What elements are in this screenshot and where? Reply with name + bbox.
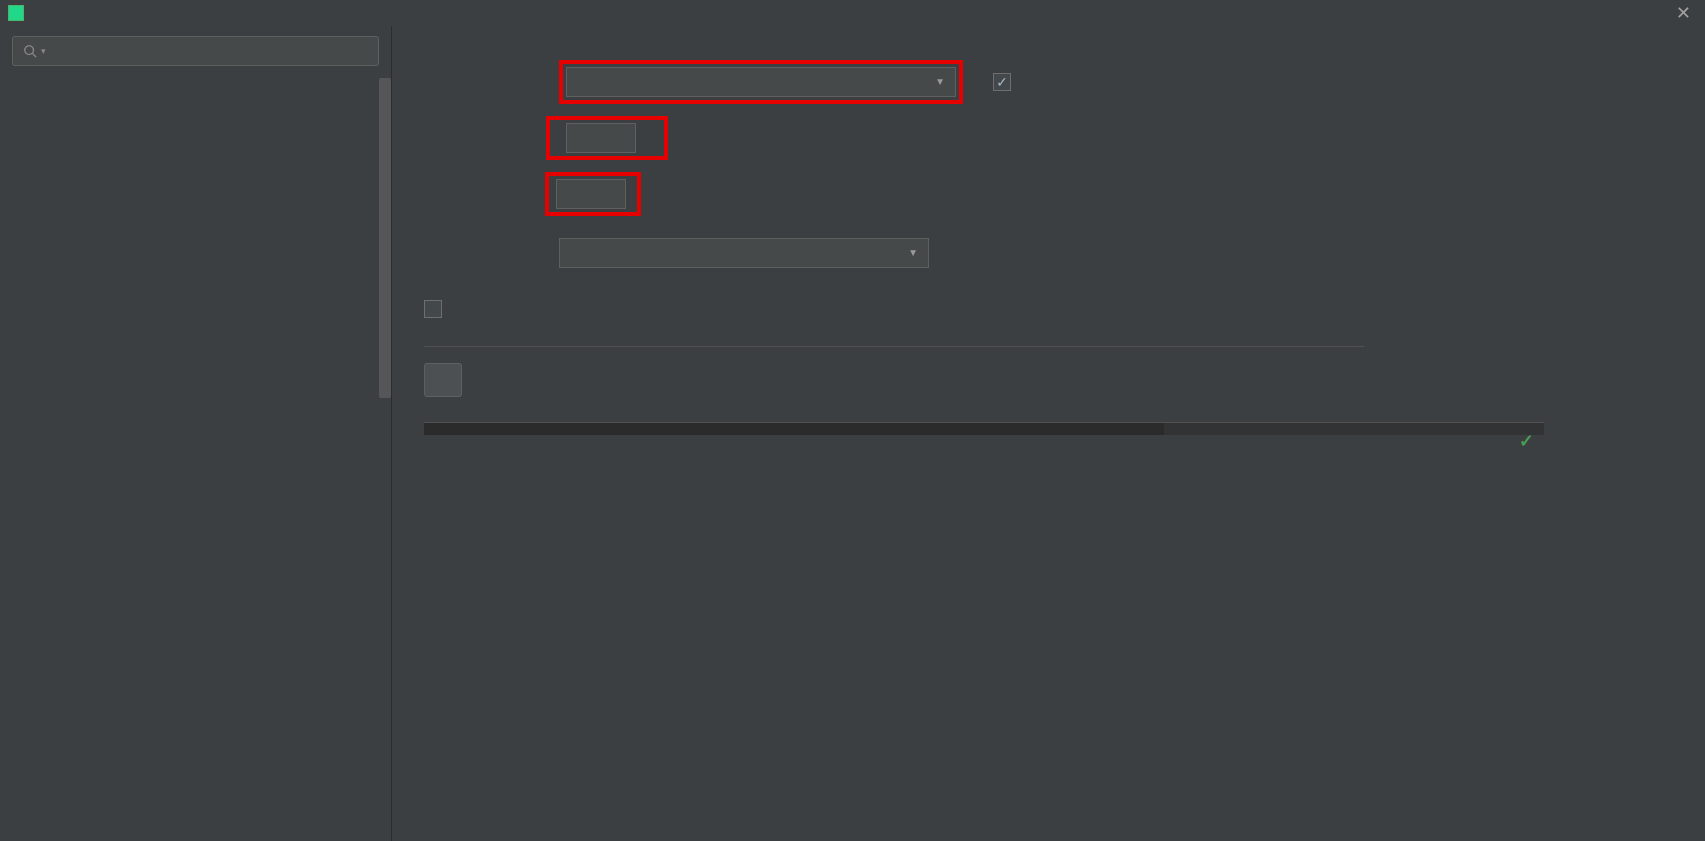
scrollbar-thumb[interactable] bbox=[379, 78, 391, 398]
spacing-highlight bbox=[545, 172, 641, 216]
chevron-down-icon: ▼ bbox=[935, 77, 945, 88]
settings-search-input[interactable]: ▾ bbox=[12, 36, 379, 66]
font-select[interactable]: ▼ bbox=[566, 67, 956, 97]
titlebar: ✕ bbox=[0, 0, 1705, 26]
search-icon bbox=[23, 44, 37, 58]
monospace-checkbox[interactable] bbox=[993, 73, 1011, 91]
fallback-select[interactable]: ▼ bbox=[559, 238, 929, 268]
chevron-down-icon: ▾ bbox=[41, 46, 46, 57]
check-icon: ✓ bbox=[1519, 431, 1534, 452]
size-input[interactable] bbox=[566, 123, 636, 153]
size-highlight bbox=[546, 116, 668, 160]
app-icon bbox=[8, 5, 24, 21]
ligatures-checkbox[interactable] bbox=[424, 300, 442, 318]
sidebar: ▾ bbox=[0, 26, 392, 841]
chevron-down-icon: ▼ bbox=[908, 248, 918, 259]
font-preview: ✓ bbox=[424, 422, 1544, 435]
font-highlight: ▼ bbox=[559, 60, 963, 104]
close-button[interactable]: ✕ bbox=[1670, 3, 1697, 24]
restore-defaults-button[interactable] bbox=[424, 363, 462, 397]
settings-tree bbox=[0, 74, 391, 841]
divider bbox=[424, 346, 1364, 347]
spacing-input[interactable] bbox=[556, 179, 626, 209]
preview-code bbox=[424, 423, 1164, 435]
main-panel: ▼ bbox=[392, 26, 1705, 841]
preview-side-panel: ✓ bbox=[1164, 423, 1544, 435]
